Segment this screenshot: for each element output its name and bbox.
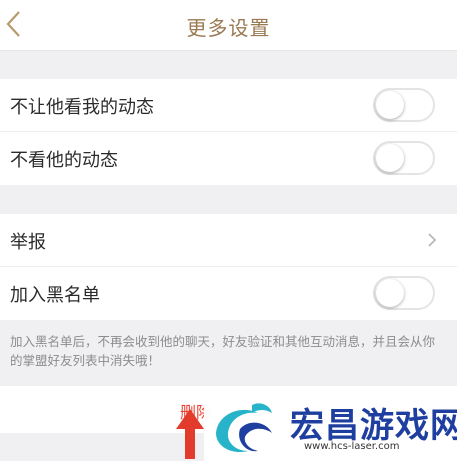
- blacklist-note: 加入黑名单后，不再会收到他的聊天，好友验证和其他互动消息，并且会从你的掌盟好友列…: [10, 334, 436, 368]
- row-report[interactable]: 举报: [0, 214, 457, 267]
- page-title: 更多设置: [186, 16, 271, 40]
- row-hide-his-moments: 不看他的动态: [0, 132, 457, 185]
- actions-group: 举报 加入黑名单: [0, 214, 457, 320]
- watermark-url: www.hcs-laser.com: [304, 441, 400, 452]
- toggle-knob: [376, 279, 404, 307]
- row-blacklist: 加入黑名单: [0, 267, 457, 320]
- privacy-group: 不让他看我的动态 不看他的动态: [0, 79, 457, 185]
- blacklist-toggle[interactable]: [373, 276, 435, 310]
- row-hide-my-moments: 不让他看我的动态: [0, 79, 457, 132]
- watermark-logo-icon: [216, 403, 272, 453]
- report-label: 举报: [10, 232, 46, 253]
- watermark-name: 宏昌游戏网: [290, 406, 457, 446]
- hide-his-moments-toggle[interactable]: [373, 141, 435, 175]
- pointer-arrow-icon: [176, 409, 204, 459]
- row-label: 不看他的动态: [10, 150, 118, 171]
- watermark: 宏昌游戏网 www.hcs-laser.com: [204, 396, 457, 461]
- toggle-knob: [376, 91, 404, 119]
- chevron-right-icon: [428, 233, 437, 247]
- row-label: 不让他看我的动态: [10, 97, 154, 118]
- toggle-knob: [376, 144, 404, 172]
- blacklist-label: 加入黑名单: [10, 285, 100, 306]
- hide-my-moments-toggle[interactable]: [373, 88, 435, 122]
- nav-bar: 更多设置: [0, 0, 457, 51]
